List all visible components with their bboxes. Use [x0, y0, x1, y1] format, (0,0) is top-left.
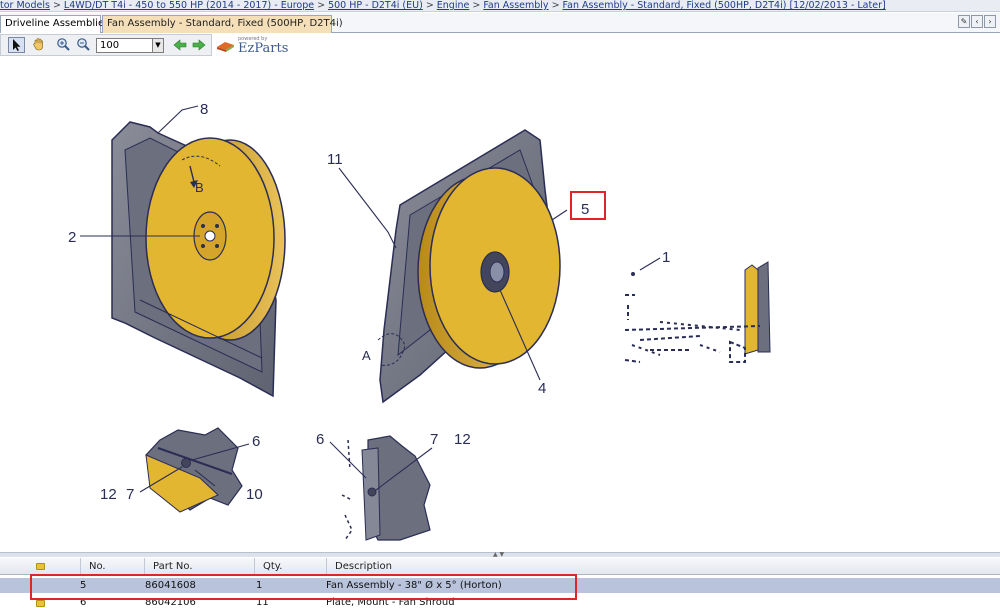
detail-view-1: [145, 427, 243, 513]
parts-diagram[interactable]: B A 8 11 5 2 1 4 6 12 7 10 6 7 12: [0, 60, 1000, 550]
ezparts-logo: powered by EzParts: [216, 36, 291, 56]
callout-12-detail2[interactable]: 12: [454, 431, 471, 448]
column-header-part-no[interactable]: Part No.: [144, 558, 254, 575]
breadcrumb-item-series[interactable]: L4WD/DT T4i - 450 to 550 HP (2014 - 2017…: [64, 0, 314, 11]
back-arrow-icon[interactable]: [173, 38, 187, 52]
callout-7-detail2[interactable]: 7: [430, 431, 438, 448]
zoom-in-icon[interactable]: [55, 37, 72, 53]
zoom-level-select[interactable]: 100 ▼: [96, 38, 164, 53]
right-fan-shroud-view: A: [362, 129, 561, 404]
callout-12-detail1[interactable]: 12: [100, 486, 117, 503]
table-header: No. Part No. Qty. Description: [0, 558, 1000, 575]
forward-arrow-icon[interactable]: [192, 38, 206, 52]
tab-fan-assembly[interactable]: Fan Assembly - Standard, Fixed (500HP, D…: [102, 15, 343, 33]
column-header-no[interactable]: No.: [80, 558, 144, 575]
detail-view-2: [341, 435, 431, 541]
selected-row-highlight: [30, 574, 577, 600]
callout-2[interactable]: 2: [68, 229, 76, 246]
folder-icon: [36, 600, 45, 607]
ezparts-logo-mark-icon: [217, 42, 234, 52]
callout-5-highlight: [570, 191, 606, 220]
callout-10[interactable]: 10: [246, 486, 263, 503]
callout-7-detail1[interactable]: 7: [126, 486, 134, 503]
chevron-down-icon[interactable]: ▼: [152, 39, 163, 52]
column-header-description[interactable]: Description: [326, 558, 1000, 575]
breadcrumb-item-current[interactable]: Fan Assembly - Standard, Fixed (500HP, D…: [563, 0, 886, 11]
callout-8[interactable]: 8: [200, 101, 208, 118]
pane-splitter[interactable]: ▲ ▼: [0, 551, 1000, 558]
prev-icon[interactable]: ‹: [971, 15, 983, 28]
select-arrow-icon[interactable]: [8, 37, 25, 53]
breadcrumb-item-fan-assembly[interactable]: Fan Assembly: [483, 0, 548, 11]
breadcrumb-item-engine[interactable]: Engine: [437, 0, 470, 11]
zoom-out-icon[interactable]: [75, 37, 92, 53]
tab-bar: Driveline Assemblies Fan Assembly - Stan…: [0, 13, 1000, 33]
viewer-toolbar: 100 ▼: [0, 34, 212, 56]
folder-icon: [36, 563, 45, 570]
callout-1[interactable]: 1: [662, 249, 670, 266]
breadcrumb-item-model[interactable]: 500 HP - D2T4i (EU): [328, 0, 423, 11]
view-label-a: A: [362, 348, 371, 363]
view-label-b: B: [195, 180, 204, 195]
breadcrumb-item-models[interactable]: tor Models: [0, 0, 50, 11]
window-buttons: ✎ ‹ ›: [958, 15, 996, 28]
tab-driveline-assemblies[interactable]: Driveline Assemblies: [0, 15, 109, 33]
pan-hand-icon[interactable]: [30, 37, 47, 53]
next-icon[interactable]: ›: [984, 15, 996, 28]
side-view-small: [624, 261, 771, 363]
callout-11[interactable]: 11: [327, 151, 343, 168]
callout-4[interactable]: 4: [538, 380, 546, 397]
breadcrumb: tor Models > L4WD/DT T4i - 450 to 550 HP (…: [0, 0, 1000, 12]
callout-6-detail2[interactable]: 6: [316, 431, 324, 448]
splitter-grip-icon[interactable]: ▲ ▼: [493, 551, 504, 558]
logo-name-text: EzParts: [238, 41, 289, 56]
pin-icon[interactable]: ✎: [958, 15, 970, 28]
column-header-qty[interactable]: Qty.: [254, 558, 326, 575]
callout-6-detail1[interactable]: 6: [252, 433, 260, 450]
left-fan-shroud-view: B: [111, 121, 286, 398]
zoom-level-value: 100: [100, 40, 120, 51]
app-window: tor Models > L4WD/DT T4i - 450 to 550 HP (…: [0, 0, 1000, 608]
